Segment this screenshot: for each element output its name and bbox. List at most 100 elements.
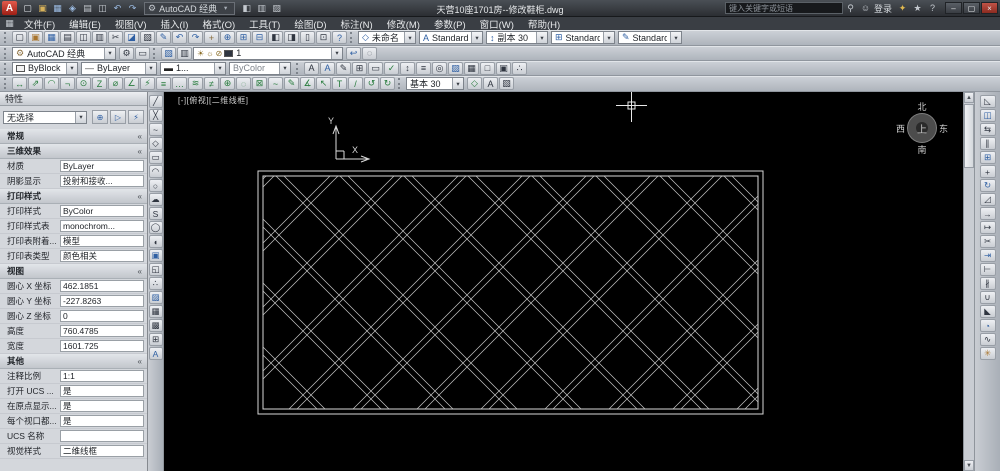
aligned-dim-icon[interactable]: ⇗ xyxy=(28,77,43,90)
prop-value[interactable]: ByLayer xyxy=(60,160,144,172)
continue-dim-icon[interactable]: … xyxy=(172,77,187,90)
save-icon[interactable]: ▦ xyxy=(44,31,59,44)
user-icon[interactable]: ☺ xyxy=(858,2,873,15)
redo-icon[interactable]: ↷ xyxy=(125,2,140,15)
single-text-icon[interactable]: A xyxy=(320,62,335,75)
collapse-icon[interactable]: « xyxy=(138,147,142,156)
prop-plot-table-attach[interactable]: 打印表附着...模型 xyxy=(0,234,147,249)
rectangle-icon[interactable]: ▭ xyxy=(149,151,163,164)
polygon-icon[interactable]: ◇ xyxy=(149,137,163,150)
section-header-general[interactable]: 常规« xyxy=(0,129,147,144)
copy-icon[interactable]: ◫ xyxy=(980,109,996,122)
save-icon[interactable]: ▦ xyxy=(50,2,65,15)
break-point-icon[interactable]: ⊢ xyxy=(980,263,996,276)
menu-format[interactable]: 格式(O) xyxy=(195,17,242,31)
prop-plot-style-table[interactable]: 打印样式表monochrom... xyxy=(0,219,147,234)
prop-ucs-per-viewport[interactable]: 每个视口都...是 xyxy=(0,414,147,429)
line-icon[interactable]: ╱ xyxy=(149,95,163,108)
layer-states-icon[interactable]: ▥ xyxy=(177,47,192,60)
blend-icon[interactable]: ∿ xyxy=(980,333,996,346)
diameter-dim-icon[interactable]: ⌀ xyxy=(108,77,123,90)
dim-edit-text-icon[interactable]: T xyxy=(332,77,347,90)
menu-window[interactable]: 窗口(W) xyxy=(473,17,521,31)
point-style-icon[interactable]: ∴ xyxy=(512,62,527,75)
find-replace-icon[interactable]: ◎ xyxy=(432,62,447,75)
ellipse-icon[interactable]: ◯ xyxy=(149,221,163,234)
drawing-canvas[interactable]: Y X [-][俯视][二维线框] 北 西 上 东 南 xyxy=(164,92,963,471)
prop-value[interactable]: 是 xyxy=(60,385,144,397)
shoe-cabinet-outer-rect[interactable] xyxy=(258,171,763,414)
text-style-combo[interactable]: A Standard ▾ xyxy=(419,31,483,44)
linear-dim-icon[interactable]: ↔ xyxy=(12,77,27,90)
dim-break-icon[interactable]: ≠ xyxy=(204,77,219,90)
canvas-vertical-scrollbar[interactable]: ▲ ▼ xyxy=(963,92,974,471)
plot-icon[interactable]: ▤ xyxy=(60,31,75,44)
toolbar-grip[interactable] xyxy=(4,63,9,74)
scale-icon[interactable]: ◿ xyxy=(980,193,996,206)
designcenter-icon[interactable]: ◨ xyxy=(284,31,299,44)
oblique-dim-icon[interactable]: / xyxy=(348,77,363,90)
layer-properties-icon[interactable]: ▧ xyxy=(161,47,176,60)
dim-style-combo-2[interactable]: 基本 30 ▾ xyxy=(406,77,464,90)
copy-icon[interactable]: ◪ xyxy=(124,31,139,44)
quick-select-button[interactable]: ⚡ xyxy=(128,110,144,124)
trim-icon[interactable]: ✂ xyxy=(980,235,996,248)
arc-icon[interactable]: ◠ xyxy=(149,165,163,178)
lineweight-combo[interactable]: ▬ 1... ▾ xyxy=(160,62,226,75)
redo-icon[interactable]: ↷ xyxy=(188,31,203,44)
toolbar-grip[interactable] xyxy=(4,78,9,89)
ucs-dialog-icon[interactable]: ▭ xyxy=(135,47,150,60)
mtext-icon[interactable]: A xyxy=(304,62,319,75)
prop-width[interactable]: 宽度1601.725 xyxy=(0,339,147,354)
layers2-icon[interactable]: ▧ xyxy=(499,77,514,90)
toolbar-grip[interactable] xyxy=(153,48,158,59)
viewcube-south-label[interactable]: 南 xyxy=(876,143,963,156)
justify-text-icon[interactable]: ≡ xyxy=(416,62,431,75)
lattice-pattern[interactable] xyxy=(164,171,963,414)
prop-value[interactable]: 760.4785 xyxy=(60,325,144,337)
plot-style-combo[interactable]: ByColor ▾ xyxy=(229,62,291,75)
prop-value[interactable]: 0 xyxy=(60,310,144,322)
mirror-icon[interactable]: ⇆ xyxy=(980,123,996,136)
center-mark-icon[interactable]: ◌ xyxy=(236,77,251,90)
plot-icon[interactable]: ▤ xyxy=(80,2,95,15)
construction-line-icon[interactable]: ╳ xyxy=(149,109,163,122)
workspace-settings-icon[interactable]: ⚙ xyxy=(119,47,134,60)
layer-previous-icon[interactable]: ↩ xyxy=(346,47,361,60)
toolbar-grip[interactable] xyxy=(296,63,301,74)
matchprop-icon[interactable]: ✎ xyxy=(156,31,171,44)
maximize-button[interactable]: ▢ xyxy=(963,2,980,14)
prop-value[interactable]: monochrom... xyxy=(60,220,144,232)
jog-line-icon[interactable]: ~ xyxy=(268,77,283,90)
dim-spacing-icon[interactable]: ≋ xyxy=(188,77,203,90)
scrollbar-thumb[interactable] xyxy=(964,104,974,168)
hatch-icon[interactable]: ▨ xyxy=(149,291,163,304)
arc-length-icon[interactable]: ◠ xyxy=(44,77,59,90)
help-icon[interactable]: ? xyxy=(925,2,940,15)
explode-icon[interactable]: ✳ xyxy=(980,347,996,360)
join-icon[interactable]: ∪ xyxy=(980,291,996,304)
extend-icon[interactable]: ⇥ xyxy=(980,249,996,262)
make-block-icon[interactable]: ◱ xyxy=(149,263,163,276)
prop-ucs-icon-origin[interactable]: 在原点显示...是 xyxy=(0,399,147,414)
jogged-dim-icon[interactable]: Z xyxy=(92,77,107,90)
prop-value[interactable]: 1601.725 xyxy=(60,340,144,352)
move-icon[interactable]: + xyxy=(980,165,996,178)
mleader-style-combo[interactable]: ✎ Standard ▾ xyxy=(618,31,682,44)
help-icon[interactable]: ? xyxy=(332,31,347,44)
scrollbar-track[interactable] xyxy=(964,169,974,460)
chamfer-icon[interactable]: ◣ xyxy=(980,305,996,318)
save-as-icon[interactable]: ◈ xyxy=(65,2,80,15)
break-icon[interactable]: ∦ xyxy=(980,277,996,290)
baseline-dim-icon[interactable]: ≡ xyxy=(156,77,171,90)
autocad-logo-icon[interactable]: A xyxy=(2,1,17,15)
new-icon[interactable]: ▢ xyxy=(20,2,35,15)
dim-text-angle-icon[interactable]: ∡ xyxy=(300,77,315,90)
communication-center-icon[interactable]: ✦ xyxy=(895,2,910,15)
menu-view[interactable]: 视图(V) xyxy=(108,17,154,31)
sheetset-icon[interactable]: ▥ xyxy=(254,2,269,15)
minimize-button[interactable]: – xyxy=(945,2,962,14)
prop-value[interactable]: 1:1 xyxy=(60,370,144,382)
zoom-realtime-icon[interactable]: ⊕ xyxy=(220,31,235,44)
open-icon[interactable]: ▣ xyxy=(35,2,50,15)
